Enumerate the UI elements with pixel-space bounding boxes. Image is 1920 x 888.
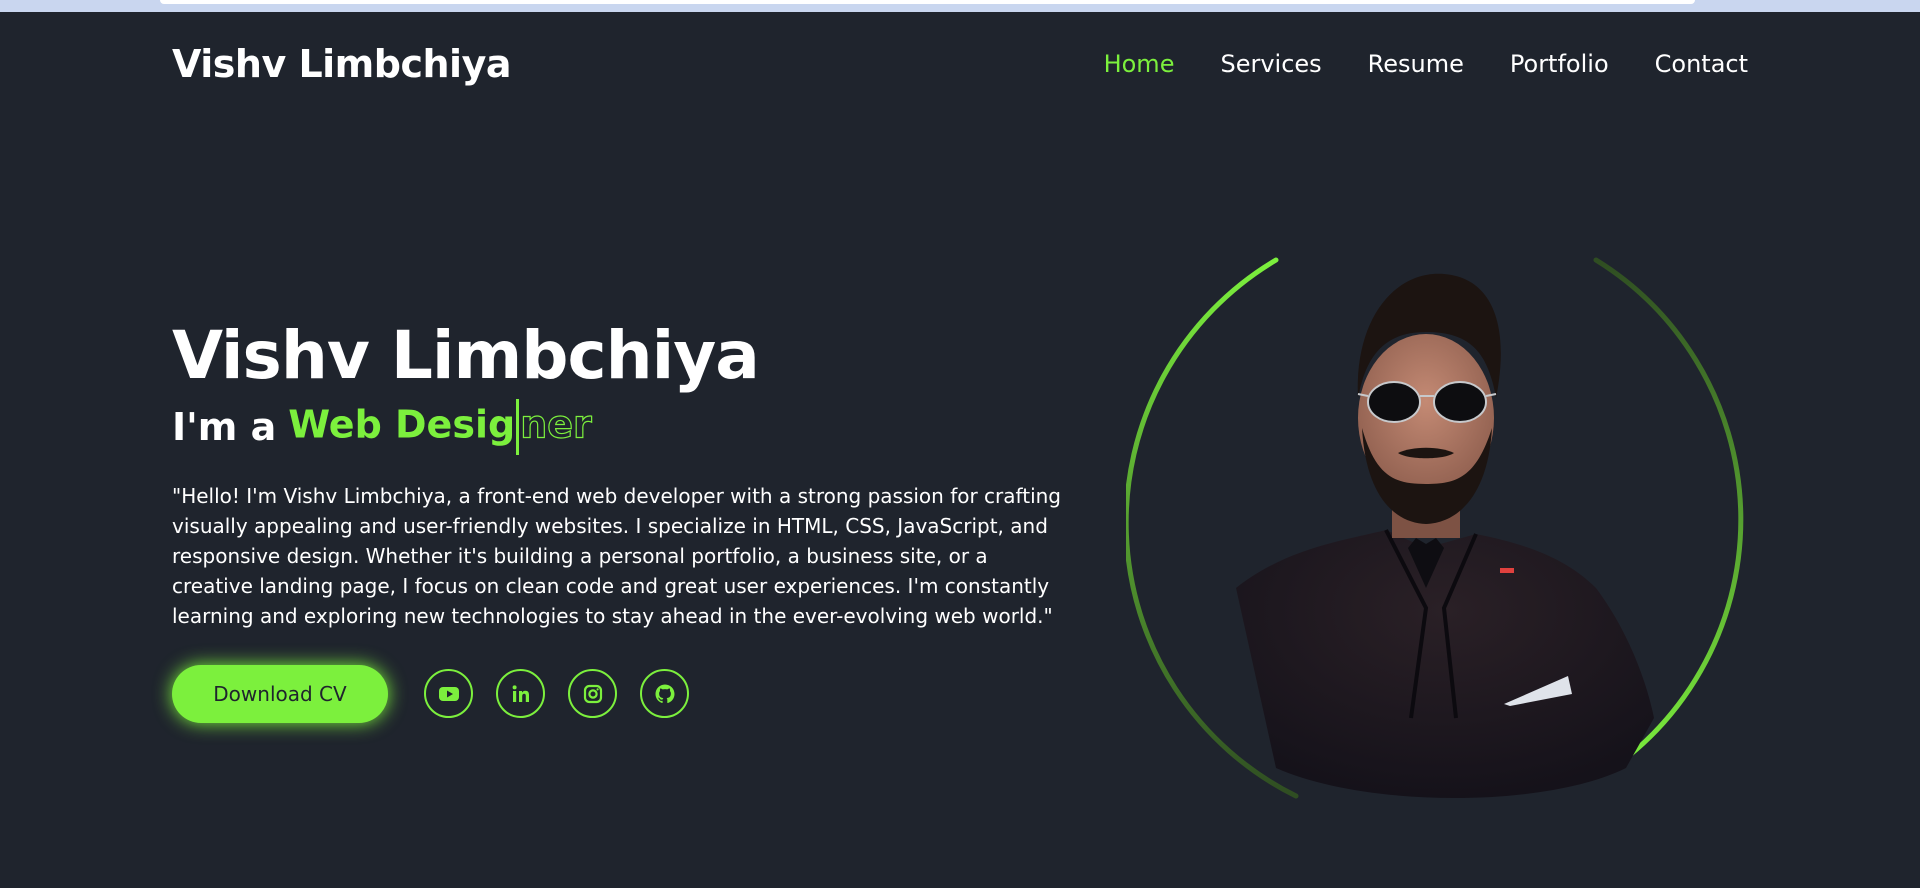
- role-prefix: I'm a: [172, 404, 277, 449]
- site-header: Vishv Limbchiya Home Services Resume Por…: [0, 12, 1920, 117]
- instagram-icon: [583, 684, 602, 703]
- youtube-icon: [438, 686, 459, 701]
- role-typed: Web Desig: [288, 402, 516, 447]
- person-figure: [1236, 273, 1654, 798]
- browser-chrome-strip: [0, 0, 1920, 12]
- hero-image-area: [1126, 248, 1766, 808]
- social-links: [424, 669, 689, 719]
- nav-home[interactable]: Home: [1104, 50, 1175, 78]
- instagram-link[interactable]: [568, 669, 617, 719]
- nav-portfolio[interactable]: Portfolio: [1510, 50, 1609, 78]
- youtube-link[interactable]: [424, 669, 473, 719]
- typing-caret: [516, 398, 520, 455]
- profile-photo: [1126, 257, 1744, 799]
- role-remaining: ner: [520, 401, 593, 447]
- main-nav: Home Services Resume Portfolio Contact: [1104, 50, 1748, 78]
- linkedin-link[interactable]: [496, 669, 545, 719]
- download-cv-button[interactable]: Download CV: [172, 664, 388, 723]
- nav-resume[interactable]: Resume: [1368, 50, 1464, 78]
- github-icon: [655, 684, 674, 703]
- site-logo[interactable]: Vishv Limbchiya: [172, 42, 512, 86]
- hero-content: Vishv Limbchiya I'm a Web Desig ner "Hell…: [172, 317, 1072, 723]
- role-typing-text: Web Desig ner: [288, 398, 593, 455]
- nav-services[interactable]: Services: [1220, 50, 1321, 78]
- nav-contact[interactable]: Contact: [1655, 50, 1748, 78]
- browser-tab-edge: [160, 0, 1695, 4]
- hero-role: I'm a Web Desig ner: [172, 398, 1072, 455]
- hero-name: Vishv Limbchiya: [172, 317, 760, 394]
- hero-description: "Hello! I'm Vishv Limbchiya, a front-end…: [172, 483, 1061, 628]
- hero-actions: Download CV: [172, 664, 1072, 723]
- linkedin-icon: [512, 684, 529, 702]
- github-link[interactable]: [640, 669, 689, 719]
